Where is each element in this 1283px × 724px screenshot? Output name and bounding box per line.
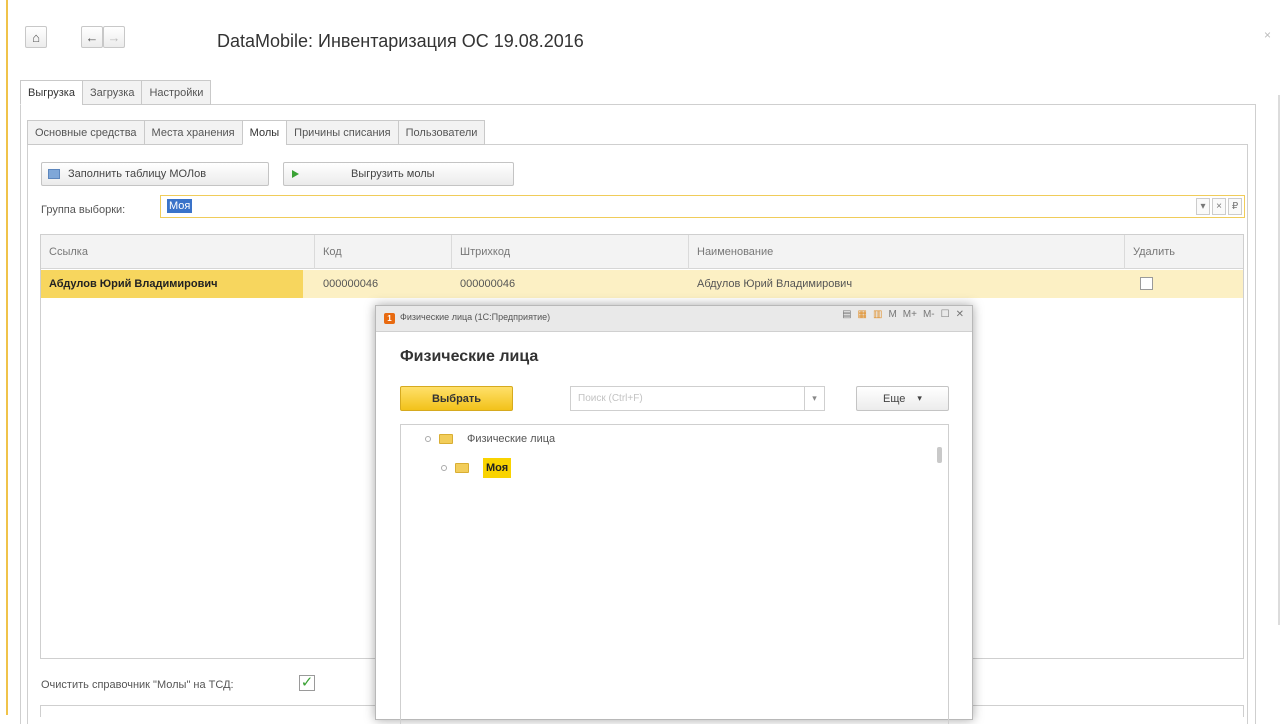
tab-storage-places[interactable]: Места хранения	[143, 120, 242, 145]
tab-download[interactable]: Загрузка	[81, 80, 142, 105]
back-button[interactable]: ←	[81, 26, 103, 48]
tree-node-moya[interactable]: Моя	[441, 458, 512, 478]
forward-button[interactable]: →	[103, 26, 125, 48]
back-arrow-icon: ←	[85, 29, 99, 45]
dialog-close-button[interactable]: ✕	[956, 309, 964, 320]
group-dropdown-button[interactable]: ▾	[1196, 198, 1210, 215]
individuals-tree: Физические лица Моя	[400, 424, 949, 724]
tab-fixed-assets[interactable]: Основные средства	[27, 120, 144, 145]
cell-barcode[interactable]: 000000046	[452, 270, 682, 298]
dialog-caption: Физические лица (1С:Предприятие)	[400, 312, 551, 322]
home-button[interactable]: ⌂	[25, 26, 47, 48]
memory-button[interactable]: M	[888, 309, 896, 320]
maximize-button[interactable]: ☐	[941, 309, 950, 320]
group-label: Группа выборки:	[41, 204, 126, 216]
page-scrollbar[interactable]	[1278, 95, 1280, 625]
upload-mols-label: Выгрузить молы	[351, 168, 435, 180]
tree-bullet-icon	[425, 436, 431, 442]
group-input-buttons: ▾ × ₽	[1194, 198, 1242, 215]
col-code[interactable]: Код	[315, 235, 452, 269]
cell-link[interactable]: Абдулов Юрий Владимирович	[41, 270, 303, 298]
group-open-button[interactable]: ₽	[1228, 198, 1242, 215]
tree-node-label: Моя	[483, 458, 512, 478]
table-header: Ссылка Код Штрихкод Наименование Удалить	[41, 235, 1243, 269]
tab-writeoff-reasons[interactable]: Причины списания	[286, 120, 398, 145]
left-accent-bar	[6, 0, 8, 715]
delete-checkbox[interactable]	[1140, 277, 1153, 290]
fill-mol-table-button[interactable]: Заполнить таблицу МОЛов	[41, 162, 269, 186]
tab-mols[interactable]: Молы	[241, 120, 287, 145]
calendar-icon[interactable]: ▦	[858, 309, 867, 320]
play-icon	[292, 170, 299, 178]
tree-bullet-icon	[441, 465, 447, 471]
1c-logo-icon: 1	[384, 313, 395, 324]
fill-mol-table-label: Заполнить таблицу МОЛов	[68, 168, 207, 180]
dialog-controls: ▤ ▦ ▥ M M+ M- ☐ ✕	[836, 309, 964, 320]
select-button[interactable]: Выбрать	[400, 386, 513, 411]
search-placeholder: Поиск (Ctrl+F)	[578, 393, 643, 404]
more-label: Еще	[883, 392, 906, 405]
group-input-value: Моя	[167, 199, 193, 213]
folder-icon	[439, 434, 453, 444]
tab-upload[interactable]: Выгрузка	[20, 80, 82, 105]
window-title: DataMobile: Инвентаризация ОС 19.08.2016	[217, 31, 584, 51]
search-dropdown-button[interactable]: ▾	[804, 387, 824, 410]
cell-code[interactable]: 000000046	[315, 270, 445, 298]
memory-plus-button[interactable]: M+	[903, 309, 917, 320]
clear-ref-checkbox[interactable]: ✓	[299, 675, 315, 691]
search-input[interactable]: Поиск (Ctrl+F) ▾	[570, 386, 825, 411]
group-input[interactable]: Моя ▾ × ₽	[160, 195, 1245, 218]
close-window-button[interactable]: ×	[1264, 28, 1271, 42]
clear-ref-label: Очистить справочник "Молы" на ТСД:	[41, 679, 234, 691]
dialog-heading: Физические лица	[400, 348, 539, 365]
group-clear-button[interactable]: ×	[1212, 198, 1226, 215]
dialog-titlebar[interactable]: 1 Физические лица (1С:Предприятие) ▤ ▦ ▥…	[376, 306, 972, 332]
col-name[interactable]: Наименование	[689, 235, 1125, 269]
folder-icon	[455, 463, 469, 473]
fill-table-icon	[48, 169, 60, 179]
home-icon: ⌂	[32, 29, 40, 45]
col-delete[interactable]: Удалить	[1125, 235, 1244, 269]
tab-users[interactable]: Пользователи	[397, 120, 486, 145]
col-link[interactable]: Ссылка	[41, 235, 315, 269]
print-icon[interactable]: ▤	[842, 309, 851, 320]
tree-node-label: Физические лица	[467, 433, 556, 445]
upload-mols-button[interactable]: Выгрузить молы	[283, 162, 514, 186]
tab-settings[interactable]: Настройки	[141, 80, 212, 105]
top-tabs: Выгрузка Загрузка Настройки	[20, 80, 212, 105]
individuals-dialog: 1 Физические лица (1С:Предприятие) ▤ ▦ ▥…	[375, 305, 973, 724]
table-row[interactable]: Абдулов Юрий Владимирович 000000046 0000…	[41, 270, 1243, 298]
tree-scrollbar[interactable]	[937, 447, 942, 463]
cell-name[interactable]: Абдулов Юрий Владимирович	[689, 270, 1119, 298]
sub-tabs: Основные средства Места хранения Молы Пр…	[27, 120, 486, 145]
forward-arrow-icon: →	[107, 29, 121, 45]
calculator-icon[interactable]: ▥	[873, 309, 882, 320]
chevron-down-icon: ▾	[917, 393, 922, 403]
tree-node-root[interactable]: Физические лица	[425, 433, 555, 445]
memory-minus-button[interactable]: M-	[923, 309, 935, 320]
col-barcode[interactable]: Штрихкод	[452, 235, 689, 269]
more-button[interactable]: Еще ▾	[856, 386, 949, 411]
